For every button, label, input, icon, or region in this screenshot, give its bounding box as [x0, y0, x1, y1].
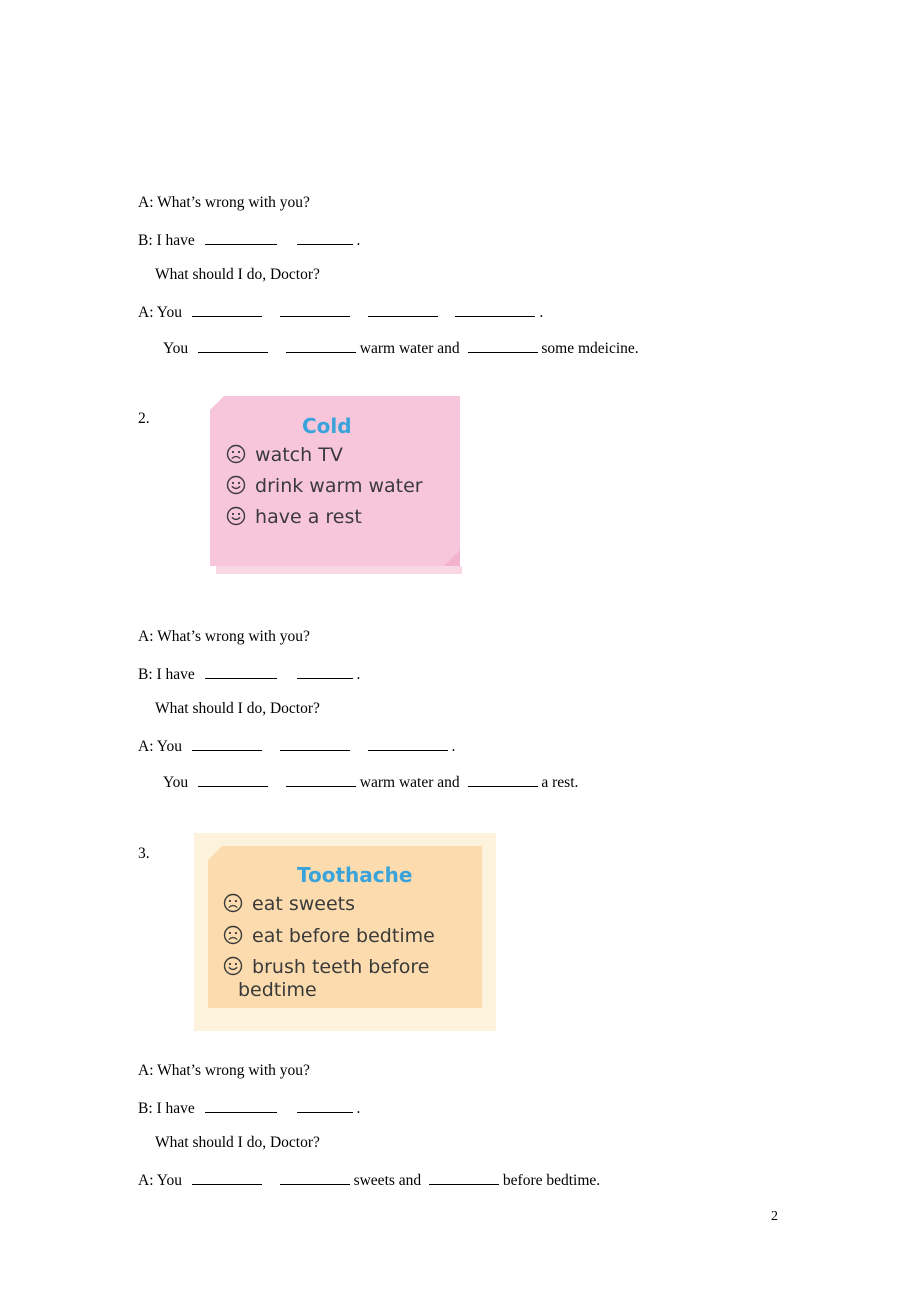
ex2-blank-2[interactable] — [296, 664, 353, 679]
ex1-a-label: A: You — [138, 304, 182, 321]
ex1-period-1: . — [356, 232, 361, 249]
happy-face-icon — [226, 475, 246, 500]
ex1-blank-4[interactable] — [279, 302, 350, 317]
ex2-blank-6[interactable] — [198, 772, 269, 787]
ex1-line-4: A: You . — [138, 302, 543, 322]
ex3-line-2: B: I have . — [138, 1098, 360, 1118]
ex2-blank-3[interactable] — [191, 736, 262, 751]
sad-face-icon — [223, 893, 243, 918]
ex2-period-2: . — [451, 738, 456, 755]
ex3-blank-2[interactable] — [296, 1098, 353, 1113]
ex2-line-4: A: You . — [138, 736, 455, 756]
ex3-what-should: What should I do, Doctor? — [155, 1134, 320, 1151]
ex3-blank-5[interactable] — [429, 1170, 500, 1185]
toothache-item-3-continued: bedtime — [238, 979, 317, 1001]
ex1-blank-8[interactable] — [285, 338, 356, 353]
ex1-blank-1[interactable] — [204, 230, 277, 245]
ex2-line-3: What should I do, Doctor? — [155, 700, 320, 718]
cold-item-3-label: have a rest — [255, 506, 362, 528]
toothache-card-title: Toothache — [297, 863, 413, 887]
ex1-blank-3[interactable] — [191, 302, 262, 317]
toothache-card-corner-fold-icon — [208, 846, 222, 860]
happy-face-icon — [223, 956, 243, 981]
toothache-card: Toothache eat sweets eat before bedtime … — [194, 833, 496, 1031]
cold-item-3: have a rest — [226, 506, 362, 531]
ex2-b-label: B: I have — [138, 666, 195, 683]
ex3-blank-4[interactable] — [279, 1170, 350, 1185]
toothache-item-3-label: brush teeth before — [252, 956, 430, 978]
ex2-line-2: B: I have . — [138, 664, 360, 684]
ex2-number: 2. — [138, 410, 150, 427]
ex1-warm-water: warm water and — [359, 340, 460, 357]
ex3-blank-1[interactable] — [204, 1098, 277, 1113]
ex1-period-2: . — [539, 304, 544, 321]
ex3-before-bedtime: before bedtime. — [502, 1172, 601, 1189]
toothache-item-1-label: eat sweets — [252, 893, 356, 915]
ex3-q-text: A: What’s wrong with you? — [138, 1062, 310, 1079]
ex1-blank-6[interactable] — [455, 302, 536, 317]
ex1-line-5: You warm water and some mdeicine. — [163, 338, 639, 358]
ex1-you-label: You — [163, 340, 189, 357]
cold-card-title: Cold — [302, 414, 352, 438]
ex2-you-label: You — [163, 774, 189, 791]
ex2-period-1: . — [356, 666, 361, 683]
ex1-blank-5[interactable] — [367, 302, 438, 317]
toothache-item-2: eat before bedtime — [223, 925, 435, 950]
ex1-b-label: B: I have — [138, 232, 195, 249]
ex3-line-3: What should I do, Doctor? — [155, 1134, 320, 1152]
ex2-a-label: A: You — [138, 738, 182, 755]
cold-card: Cold watch TV drink warm water have a re… — [210, 396, 462, 574]
toothache-item-1: eat sweets — [223, 893, 355, 918]
ex2-blank-5[interactable] — [367, 736, 448, 751]
cold-card-shadow — [216, 566, 462, 574]
ex2-a-rest: a rest. — [541, 774, 579, 791]
ex2-blank-8[interactable] — [467, 772, 538, 787]
ex2-blank-1[interactable] — [204, 664, 277, 679]
ex2-warm-water: warm water and — [359, 774, 460, 791]
ex2-q-text: A: What’s wrong with you? — [138, 628, 310, 645]
toothache-item-3b-label: bedtime — [238, 979, 317, 1001]
ex3-b-label: B: I have — [138, 1100, 195, 1117]
ex2-line-5: You warm water and a rest. — [163, 772, 578, 792]
cold-card-corner-fold-icon — [210, 396, 224, 410]
document-page: A: What’s wrong with you? B: I have . Wh… — [0, 0, 920, 1302]
ex2-line-1: A: What’s wrong with you? — [138, 628, 310, 646]
cold-item-2: drink warm water — [226, 475, 423, 500]
ex3-a-label: A: You — [138, 1172, 182, 1189]
ex3-number: 3. — [138, 845, 150, 862]
ex2-what-should: What should I do, Doctor? — [155, 700, 320, 717]
toothache-item-2-label: eat before bedtime — [252, 925, 435, 947]
ex2-blank-4[interactable] — [279, 736, 350, 751]
ex1-line-1: A: What’s wrong with you? — [138, 194, 310, 212]
page-number: 2 — [771, 1209, 778, 1224]
sad-face-icon — [226, 444, 246, 469]
ex1-some-medicine: some mdeicine. — [541, 340, 639, 357]
ex1-line-3: What should I do, Doctor? — [155, 266, 320, 284]
ex1-what-should: What should I do, Doctor? — [155, 266, 320, 283]
cold-card-corner-bottom-icon — [444, 550, 460, 566]
ex3-line-4: A: You sweets and before bedtime. — [138, 1170, 600, 1190]
ex3-line-1: A: What’s wrong with you? — [138, 1062, 310, 1080]
ex1-line-2: B: I have . — [138, 230, 360, 250]
ex3-sweets-and: sweets and — [353, 1172, 422, 1189]
cold-item-2-label: drink warm water — [255, 475, 423, 497]
ex3-period-1: . — [356, 1100, 361, 1117]
cold-item-1-label: watch TV — [255, 444, 343, 466]
ex2-blank-7[interactable] — [285, 772, 356, 787]
cold-item-1: watch TV — [226, 444, 343, 469]
happy-face-icon — [226, 506, 246, 531]
ex1-blank-9[interactable] — [467, 338, 538, 353]
ex3-blank-3[interactable] — [191, 1170, 262, 1185]
ex1-blank-2[interactable] — [296, 230, 353, 245]
ex1-blank-7[interactable] — [198, 338, 269, 353]
ex1-q-text: A: What’s wrong with you? — [138, 194, 310, 211]
toothache-item-3: brush teeth before — [223, 956, 429, 981]
sad-face-icon — [223, 925, 243, 950]
